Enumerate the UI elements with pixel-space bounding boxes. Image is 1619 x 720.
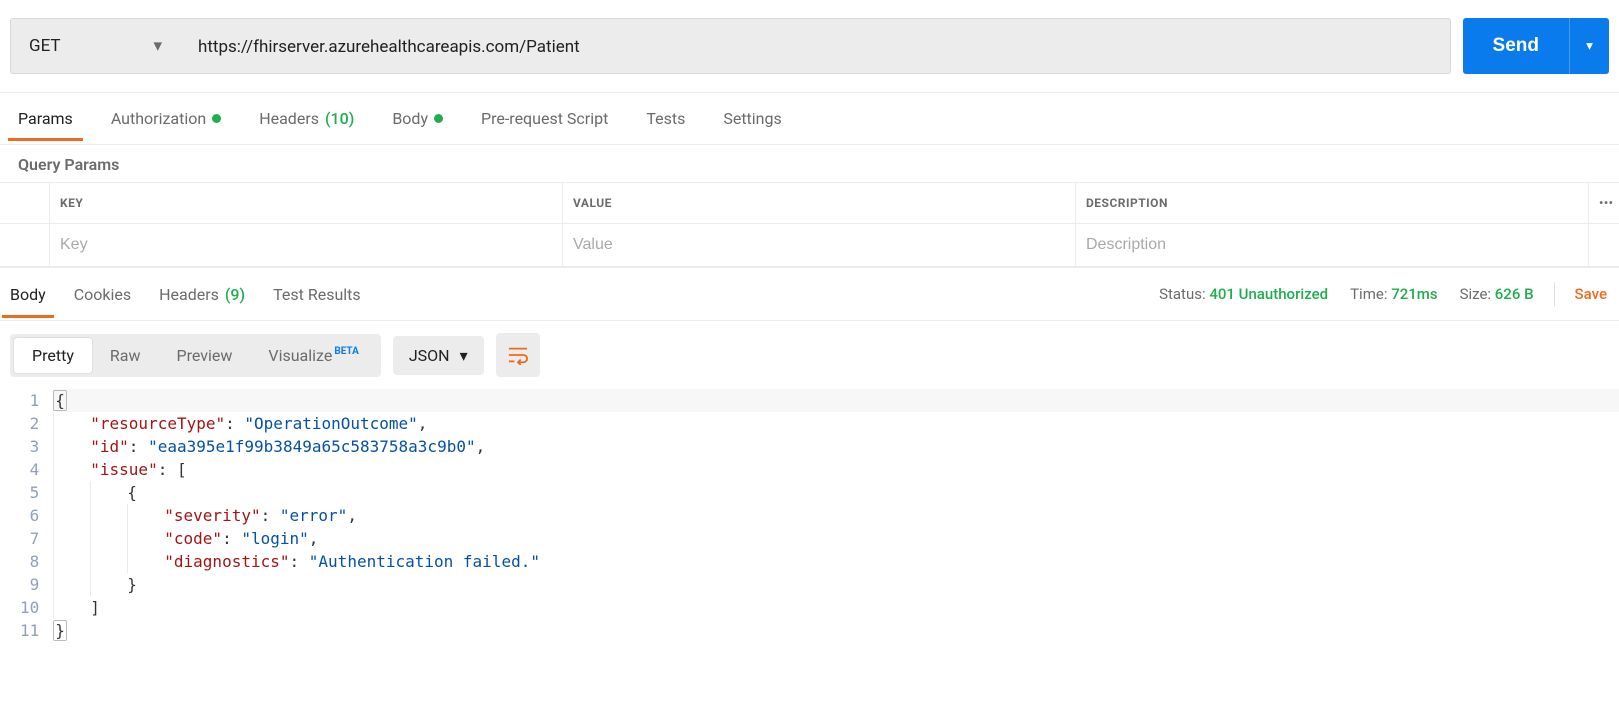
status-dot-icon xyxy=(212,114,221,123)
checkbox-cell[interactable] xyxy=(0,224,50,266)
tab-label: Authorization xyxy=(111,109,206,128)
tab-prerequest-script[interactable]: Pre-request Script xyxy=(481,96,608,141)
value-header: VALUE xyxy=(563,183,1076,223)
response-bar: Body Cookies Headers (9) Test Results St… xyxy=(0,267,1619,321)
tab-label: Params xyxy=(18,109,73,128)
view-mode-raw[interactable]: Raw xyxy=(92,338,159,373)
description-header: DESCRIPTION xyxy=(1076,183,1589,223)
time-block: Time: 721ms xyxy=(1350,285,1437,303)
response-view-bar: Pretty Raw Preview VisualizeBETA JSON ▾ xyxy=(0,321,1619,389)
tab-headers[interactable]: Headers (10) xyxy=(259,96,354,141)
resp-tab-cookies[interactable]: Cookies xyxy=(74,271,131,318)
wrap-icon xyxy=(507,345,529,365)
divider xyxy=(1554,282,1555,306)
description-input[interactable] xyxy=(1086,236,1578,254)
chevron-down-icon: ▾ xyxy=(1586,38,1593,54)
tab-tests[interactable]: Tests xyxy=(646,96,685,141)
meta-label: Status: xyxy=(1159,285,1206,303)
response-tabs: Body Cookies Headers (9) Test Results xyxy=(10,271,361,318)
chevron-down-icon: ▾ xyxy=(460,346,468,365)
meta-label: Size: xyxy=(1460,285,1491,303)
code-content: {"resourceType": "OperationOutcome","id"… xyxy=(53,389,1619,642)
tab-label: Pre-request Script xyxy=(481,109,608,128)
table-header-row: KEY VALUE DESCRIPTION ••• xyxy=(0,183,1619,224)
request-bar: GET ▾ https://fhirserver.azurehealthcare… xyxy=(0,0,1619,93)
chevron-down-icon: ▾ xyxy=(153,36,162,56)
tab-label: Settings xyxy=(723,109,781,128)
view-mode-label: Visualize xyxy=(268,346,332,365)
meta-label: Time: xyxy=(1350,285,1387,303)
query-params-table: KEY VALUE DESCRIPTION ••• xyxy=(0,182,1619,267)
time-value: 721ms xyxy=(1391,285,1437,303)
response-body-editor[interactable]: 1234567891011 {"resourceType": "Operatio… xyxy=(0,389,1619,650)
tab-label: Cookies xyxy=(74,285,131,304)
tab-label: Headers xyxy=(159,285,219,304)
send-button[interactable]: Send xyxy=(1463,18,1569,74)
status-value: 401 Unauthorized xyxy=(1209,285,1328,303)
http-method-select[interactable]: GET ▾ xyxy=(10,18,180,74)
request-tabs: Params Authorization Headers (10) Body P… xyxy=(0,93,1619,145)
view-mode-pretty[interactable]: Pretty xyxy=(14,338,92,373)
beta-badge: BETA xyxy=(334,346,359,357)
view-mode-segment: Pretty Raw Preview VisualizeBETA xyxy=(10,334,381,377)
body-format-select[interactable]: JSON ▾ xyxy=(393,336,484,375)
more-header[interactable]: ••• xyxy=(1589,183,1619,223)
tab-label: Test Results xyxy=(273,285,361,304)
size-value: 626 B xyxy=(1495,285,1534,303)
format-value: JSON xyxy=(409,346,450,365)
tab-authorization[interactable]: Authorization xyxy=(111,96,221,141)
tab-body[interactable]: Body xyxy=(392,96,443,141)
key-header: KEY xyxy=(50,183,563,223)
http-method-value: GET xyxy=(29,36,61,56)
tab-label: Body xyxy=(392,109,428,128)
view-mode-visualize[interactable]: VisualizeBETA xyxy=(250,338,376,373)
row-actions xyxy=(1589,224,1619,266)
response-meta: Status: 401 Unauthorized Time: 721ms Siz… xyxy=(1159,282,1609,306)
checkbox-header xyxy=(0,183,50,223)
tab-label: Body xyxy=(10,285,46,304)
size-block: Size: 626 B xyxy=(1460,285,1534,303)
send-options-button[interactable]: ▾ xyxy=(1569,18,1609,74)
value-input[interactable] xyxy=(573,236,1065,254)
send-button-group: Send ▾ xyxy=(1463,18,1609,74)
count-badge: (10) xyxy=(325,109,354,128)
tab-label: Tests xyxy=(646,109,685,128)
count-badge: (9) xyxy=(225,285,245,304)
line-number-gutter: 1234567891011 xyxy=(0,389,53,642)
resp-tab-headers[interactable]: Headers (9) xyxy=(159,271,245,318)
tab-settings[interactable]: Settings xyxy=(723,96,781,141)
view-mode-preview[interactable]: Preview xyxy=(158,338,250,373)
table-row xyxy=(0,224,1619,267)
save-response-button[interactable]: Save xyxy=(1575,285,1609,303)
request-url-input[interactable]: https://fhirserver.azurehealthcareapis.c… xyxy=(180,18,1451,74)
resp-tab-test-results[interactable]: Test Results xyxy=(273,271,361,318)
resp-tab-body[interactable]: Body xyxy=(10,271,46,318)
status-dot-icon xyxy=(434,114,443,123)
query-params-label: Query Params xyxy=(0,145,1619,182)
wrap-lines-button[interactable] xyxy=(496,333,540,377)
tab-label: Headers xyxy=(259,109,319,128)
tab-params[interactable]: Params xyxy=(18,96,73,141)
key-input[interactable] xyxy=(60,236,552,254)
status-block: Status: 401 Unauthorized xyxy=(1159,285,1328,303)
